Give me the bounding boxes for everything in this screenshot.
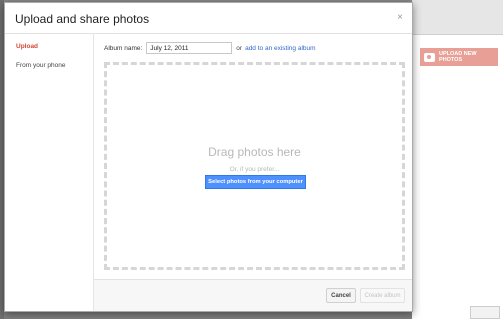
album-name-row: Album name: or add to an existing album: [104, 42, 316, 54]
create-album-button[interactable]: Create album: [360, 288, 405, 303]
dialog-sidebar: Upload From your phone: [5, 34, 94, 311]
camera-icon: [424, 52, 435, 62]
dialog-main: Album name: or add to an existing album …: [94, 34, 412, 311]
upload-new-photos-button[interactable]: UPLOAD NEW PHOTOS: [420, 48, 498, 66]
album-name-label: Album name:: [104, 44, 143, 52]
drag-photos-text: Drag photos here: [208, 145, 301, 159]
upload-dialog: Upload and share photos × Upload From yo…: [4, 2, 413, 312]
sidebar-item-upload[interactable]: Upload: [16, 43, 38, 50]
dialog-footer: Cancel Create album: [94, 280, 412, 311]
sidebar-item-from-your-phone[interactable]: From your phone: [16, 62, 66, 69]
drop-zone[interactable]: Drag photos here Or, if you prefer... Se…: [104, 62, 405, 270]
cancel-button[interactable]: Cancel: [326, 288, 356, 303]
album-name-input[interactable]: [146, 42, 233, 54]
dialog-title: Upload and share photos: [15, 12, 150, 26]
close-icon[interactable]: ×: [397, 12, 403, 23]
background-bottom-button: [470, 306, 500, 319]
or-text: or: [236, 44, 243, 52]
upload-new-photos-label: UPLOAD NEW PHOTOS: [439, 51, 477, 63]
prefer-text: Or, if you prefer...: [229, 166, 280, 173]
add-existing-album-link[interactable]: add to an existing album: [245, 45, 315, 52]
background-right-header: [412, 0, 503, 35]
select-photos-button[interactable]: Select photos from your computer: [205, 175, 306, 189]
